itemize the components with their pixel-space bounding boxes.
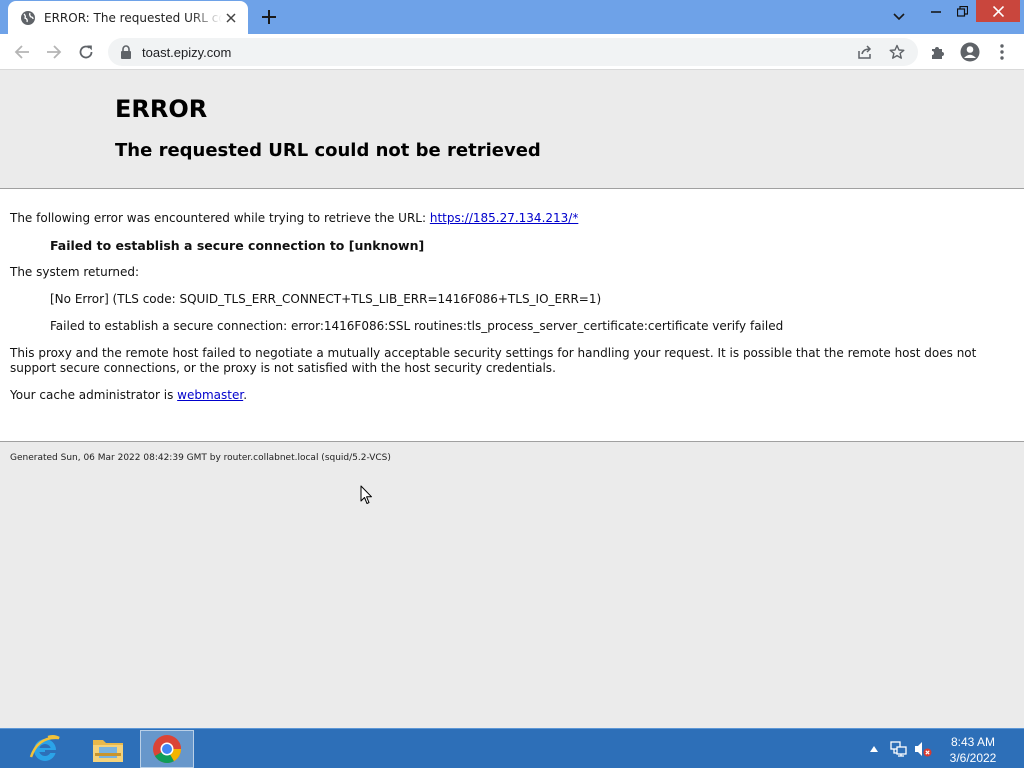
restore-button[interactable] [949,0,976,22]
address-bar[interactable]: toast.epizy.com [108,38,918,66]
reload-button[interactable] [74,40,98,64]
volume-muted-icon [915,742,932,757]
intro-paragraph: The following error was encountered whil… [10,211,1014,226]
plus-icon [262,10,276,24]
menu-button[interactable] [990,40,1014,64]
network-icon [890,741,907,757]
browser-toolbar: toast.epizy.com [0,34,1024,70]
admin-paragraph: Your cache administrator is webmaster. [10,388,1014,403]
page-viewport: ERROR The requested URL could not be ret… [0,71,1024,728]
reload-icon [79,45,93,59]
profile-button[interactable] [958,40,982,64]
file-explorer-icon [93,740,123,762]
admin-text: Your cache administrator is [10,388,178,402]
lock-icon[interactable] [120,45,134,59]
forward-button[interactable] [42,40,66,64]
avatar-icon [960,42,980,62]
network-tray-button[interactable] [889,739,909,759]
chevron-down-icon [893,13,905,21]
globe-icon [20,10,36,26]
chevron-up-icon [870,746,878,752]
close-window-button[interactable] [976,0,1020,22]
internet-explorer-icon [29,734,60,761]
taskbar-chrome[interactable] [140,730,194,768]
minimize-icon [930,11,941,13]
tab-title: ERROR: The requested URL could not be re… [44,10,222,25]
taskbar-internet-explorer[interactable] [18,730,72,768]
tab-search-button[interactable] [888,6,910,28]
page-title: ERROR [115,95,208,123]
bookmark-star-icon[interactable] [888,43,906,61]
admin-suffix: . [243,388,248,402]
mouse-cursor-icon [360,485,372,504]
taskbar: 8:43 AM 3/6/2022 [0,728,1024,768]
close-icon [992,5,1004,17]
system-returned-label: The system returned: [10,265,140,279]
intro-text: The following error was encountered whil… [10,211,430,225]
extensions-button[interactable] [926,40,950,64]
page-subtitle: The requested URL could not be retrieved [115,140,541,161]
new-tab-button[interactable] [258,6,280,28]
webmaster-link[interactable]: webmaster [177,388,243,402]
clock-time: 8:43 AM [950,735,996,749]
chrome-icon [153,735,181,763]
tray-overflow-button[interactable] [866,739,882,759]
generated-footer: Generated Sun, 06 Mar 2022 08:42:39 GMT … [10,453,391,463]
share-icon[interactable] [856,43,874,61]
error-content: The following error was encountered whil… [0,189,1024,442]
error-detail-1: [No Error] (TLS code: SQUID_TLS_ERR_CONN… [50,292,602,306]
restore-icon [957,5,968,17]
tab-strip: ERROR: The requested URL could not be re… [0,0,1024,34]
volume-tray-button[interactable] [913,739,933,759]
address-url[interactable]: toast.epizy.com [142,45,231,60]
taskbar-file-explorer[interactable] [81,730,135,768]
error-title: Failed to establish a secure connection … [50,238,425,253]
minimize-button[interactable] [922,0,949,22]
explanation-paragraph: This proxy and the remote host failed to… [10,346,977,375]
puzzle-icon [932,47,944,59]
system-clock[interactable]: 8:43 AM 3/6/2022 [942,734,1004,766]
back-button[interactable] [10,40,34,64]
error-header: ERROR The requested URL could not be ret… [0,71,1024,189]
error-detail-2: Failed to establish a secure connection:… [50,319,784,333]
arrow-right-icon [47,45,62,59]
requested-url-link[interactable]: https://185.27.134.213/* [430,211,578,225]
kebab-menu-icon [1000,44,1004,60]
arrow-left-icon [14,45,29,59]
tab-close-icon[interactable] [222,9,240,27]
browser-tab[interactable]: ERROR: The requested URL could not be re… [8,1,248,34]
clock-date: 3/6/2022 [949,751,997,765]
